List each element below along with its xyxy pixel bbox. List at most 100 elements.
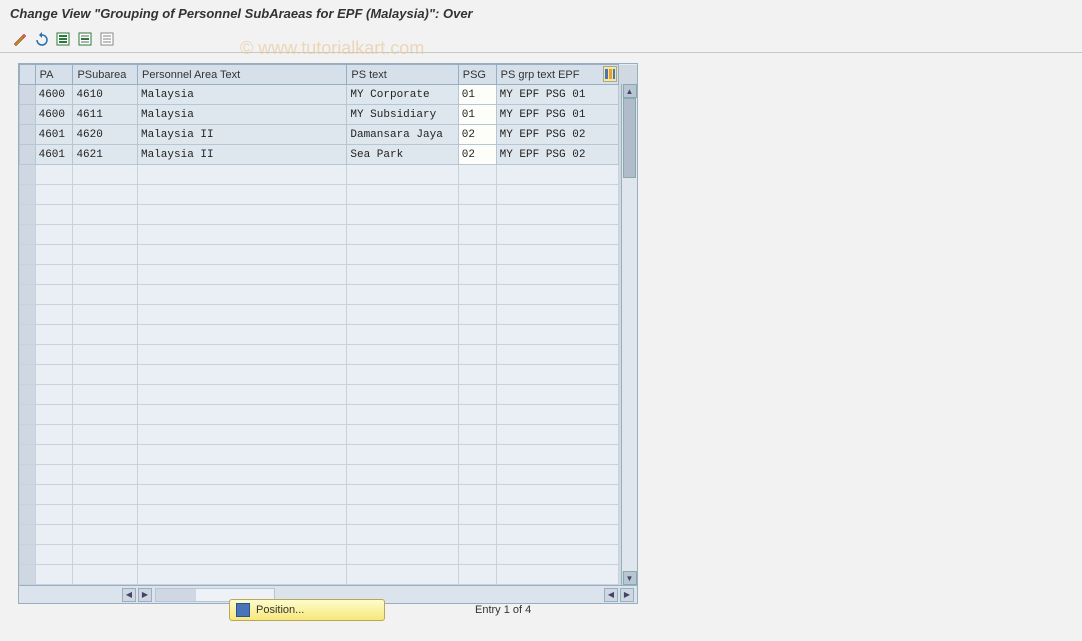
cell-pstext: Sea Park bbox=[347, 145, 458, 165]
table-row-empty bbox=[20, 345, 637, 365]
cell-empty bbox=[73, 265, 138, 285]
toggle-display-change-icon[interactable] bbox=[10, 30, 28, 48]
cell-psg[interactable] bbox=[458, 485, 496, 505]
table-row: 46014621Malaysia IISea Park02MY EPF PSG … bbox=[20, 145, 637, 165]
cell-psg[interactable] bbox=[458, 505, 496, 525]
cell-psubarea: 4610 bbox=[73, 85, 138, 105]
cell-psg[interactable] bbox=[458, 265, 496, 285]
cell-empty bbox=[137, 185, 346, 205]
cell-psg[interactable] bbox=[458, 285, 496, 305]
row-selector[interactable] bbox=[20, 365, 36, 385]
cell-empty bbox=[496, 165, 619, 185]
cell-empty bbox=[496, 485, 619, 505]
row-selector[interactable] bbox=[20, 345, 36, 365]
row-selector-header[interactable] bbox=[20, 65, 36, 85]
cell-psg[interactable]: 01 bbox=[458, 85, 496, 105]
undo-icon[interactable] bbox=[32, 30, 50, 48]
table-row-empty bbox=[20, 485, 637, 505]
position-button[interactable]: Position... bbox=[229, 599, 385, 621]
row-selector[interactable] bbox=[20, 445, 36, 465]
col-pstext[interactable]: PS text bbox=[347, 65, 458, 85]
cell-psg[interactable] bbox=[458, 545, 496, 565]
row-selector[interactable] bbox=[20, 285, 36, 305]
cell-empty bbox=[73, 325, 138, 345]
table-row-empty bbox=[20, 245, 637, 265]
toolbar bbox=[0, 25, 1082, 53]
vertical-scrollbar[interactable]: ▲ ▼ bbox=[621, 84, 637, 585]
table-settings-icon[interactable] bbox=[603, 66, 617, 82]
cell-psg[interactable] bbox=[458, 465, 496, 485]
col-pa[interactable]: PA bbox=[35, 65, 73, 85]
cell-psg[interactable] bbox=[458, 565, 496, 585]
cell-empty bbox=[137, 245, 346, 265]
row-selector[interactable] bbox=[20, 245, 36, 265]
row-selector[interactable] bbox=[20, 505, 36, 525]
cell-psg[interactable] bbox=[458, 425, 496, 445]
row-selector[interactable] bbox=[20, 165, 36, 185]
scroll-down-icon[interactable]: ▼ bbox=[623, 571, 637, 585]
table-row-empty bbox=[20, 465, 637, 485]
deselect-all-icon[interactable] bbox=[98, 30, 116, 48]
cell-psg[interactable]: 02 bbox=[458, 125, 496, 145]
select-block-icon[interactable] bbox=[76, 30, 94, 48]
cell-psg[interactable] bbox=[458, 345, 496, 365]
scroll-up-icon[interactable]: ▲ bbox=[623, 84, 637, 98]
cell-empty bbox=[137, 285, 346, 305]
col-psubarea[interactable]: PSubarea bbox=[73, 65, 138, 85]
cell-psg[interactable] bbox=[458, 305, 496, 325]
row-selector[interactable] bbox=[20, 385, 36, 405]
cell-psg[interactable]: 01 bbox=[458, 105, 496, 125]
row-selector[interactable] bbox=[20, 225, 36, 245]
cell-empty bbox=[496, 245, 619, 265]
row-selector[interactable] bbox=[20, 545, 36, 565]
row-selector[interactable] bbox=[20, 125, 36, 145]
cell-psg[interactable] bbox=[458, 405, 496, 425]
scroll-track[interactable] bbox=[622, 98, 637, 571]
row-selector[interactable] bbox=[20, 85, 36, 105]
cell-empty bbox=[347, 305, 458, 325]
row-selector[interactable] bbox=[20, 525, 36, 545]
row-selector[interactable] bbox=[20, 485, 36, 505]
row-selector[interactable] bbox=[20, 265, 36, 285]
cell-psg[interactable] bbox=[458, 365, 496, 385]
cell-empty bbox=[35, 565, 73, 585]
cell-empty bbox=[35, 425, 73, 445]
cell-empty bbox=[73, 285, 138, 305]
cell-empty bbox=[35, 225, 73, 245]
cell-psg[interactable] bbox=[458, 445, 496, 465]
cell-psg[interactable]: 02 bbox=[458, 145, 496, 165]
cell-psg[interactable] bbox=[458, 245, 496, 265]
row-selector[interactable] bbox=[20, 305, 36, 325]
row-selector[interactable] bbox=[20, 465, 36, 485]
cell-empty bbox=[496, 505, 619, 525]
cell-empty bbox=[496, 545, 619, 565]
scroll-thumb[interactable] bbox=[623, 98, 636, 178]
cell-psg[interactable] bbox=[458, 165, 496, 185]
cell-psg[interactable] bbox=[458, 385, 496, 405]
cell-empty bbox=[137, 405, 346, 425]
table-row-empty bbox=[20, 405, 637, 425]
row-selector[interactable] bbox=[20, 145, 36, 165]
row-selector[interactable] bbox=[20, 565, 36, 585]
row-selector[interactable] bbox=[20, 405, 36, 425]
row-selector[interactable] bbox=[20, 185, 36, 205]
cell-psg[interactable] bbox=[458, 185, 496, 205]
col-psg[interactable]: PSG bbox=[458, 65, 496, 85]
select-all-icon[interactable] bbox=[54, 30, 72, 48]
table-row-empty bbox=[20, 185, 637, 205]
row-selector[interactable] bbox=[20, 205, 36, 225]
row-selector[interactable] bbox=[20, 105, 36, 125]
cell-empty bbox=[137, 565, 346, 585]
col-psgrptext[interactable]: PS grp text EPF bbox=[496, 65, 619, 85]
cell-psg[interactable] bbox=[458, 525, 496, 545]
cell-patext: Malaysia bbox=[137, 85, 346, 105]
cell-empty bbox=[347, 425, 458, 445]
cell-psg[interactable] bbox=[458, 205, 496, 225]
cell-empty bbox=[496, 345, 619, 365]
row-selector[interactable] bbox=[20, 325, 36, 345]
cell-psg[interactable] bbox=[458, 225, 496, 245]
cell-empty bbox=[347, 525, 458, 545]
cell-psg[interactable] bbox=[458, 325, 496, 345]
col-patext[interactable]: Personnel Area Text bbox=[137, 65, 346, 85]
row-selector[interactable] bbox=[20, 425, 36, 445]
